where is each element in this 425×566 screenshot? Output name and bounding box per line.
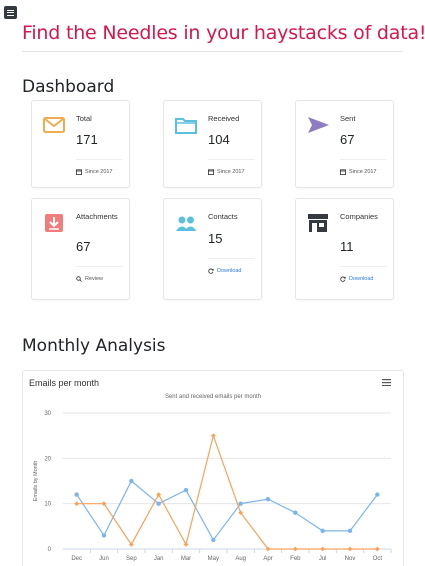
x-tick-label: Jul bbox=[319, 556, 327, 562]
calendar-icon bbox=[208, 169, 214, 175]
x-tick-label: Nov bbox=[345, 556, 356, 562]
stat-footer: Since 2017 bbox=[76, 159, 123, 175]
download-companies-link[interactable]: Download bbox=[340, 266, 387, 282]
x-tick-label: Sep bbox=[126, 556, 137, 562]
stat-label: Companies bbox=[340, 212, 378, 221]
stat-label: Total bbox=[76, 114, 92, 123]
y-tick-label: 30 bbox=[44, 411, 51, 417]
stat-label: Attachments bbox=[76, 212, 118, 221]
y-axis-label: Emails by Month bbox=[33, 461, 39, 502]
divider bbox=[22, 51, 403, 52]
x-tick-label: Mar bbox=[181, 556, 191, 562]
review-link-text: Review bbox=[85, 276, 104, 282]
series-point-0 bbox=[74, 492, 79, 497]
stat-value: 171 bbox=[76, 132, 98, 147]
series-point-0 bbox=[211, 537, 216, 543]
stat-footer-text: Since 2017 bbox=[349, 169, 377, 175]
stat-value: 67 bbox=[340, 132, 355, 147]
calendar-icon bbox=[340, 169, 346, 175]
y-tick-label: 10 bbox=[44, 502, 51, 508]
series-point-0 bbox=[183, 487, 189, 493]
series-point-1 bbox=[320, 546, 326, 552]
dashboard-heading: Dashboard bbox=[22, 77, 115, 97]
series-point-1 bbox=[156, 492, 162, 497]
series-point-0 bbox=[101, 533, 107, 538]
series-point-1 bbox=[74, 501, 80, 507]
stat-card-attachments: Attachments 67 Review bbox=[31, 198, 130, 300]
hamburger-icon[interactable] bbox=[382, 379, 391, 386]
stat-value: 104 bbox=[208, 132, 230, 147]
x-tick-label: Oct bbox=[373, 556, 383, 562]
stat-card-total: Total 171 Since 2017 bbox=[31, 100, 130, 188]
stat-value: 11 bbox=[340, 239, 354, 254]
download-link-text: Download bbox=[217, 268, 242, 274]
x-tick-label: Feb bbox=[290, 556, 301, 562]
series-point-0 bbox=[129, 478, 134, 484]
calendar-icon bbox=[76, 169, 82, 175]
chart-card-title: Emails per month bbox=[29, 378, 100, 388]
series-point-0 bbox=[375, 492, 380, 497]
series-point-0 bbox=[238, 501, 243, 506]
refresh-icon bbox=[208, 268, 214, 274]
stat-card-companies: Companies 11 Download bbox=[295, 198, 394, 300]
stat-footer-text: Since 2017 bbox=[217, 169, 245, 175]
store-icon bbox=[308, 214, 328, 232]
stat-value: 67 bbox=[76, 239, 91, 254]
series-line-1 bbox=[76, 433, 378, 550]
folder-icon bbox=[175, 118, 197, 134]
chart-title: Sent and received emails per month bbox=[164, 394, 262, 400]
monthly-analysis-heading: Monthly Analysis bbox=[22, 336, 166, 356]
page-title: Find the Needles in your haystacks of da… bbox=[22, 22, 425, 44]
x-tick-label: Jun bbox=[99, 556, 109, 562]
stat-footer: Since 2017 bbox=[340, 159, 387, 175]
x-tick-label: Apr bbox=[263, 556, 272, 562]
series-point-0 bbox=[293, 510, 298, 515]
x-tick-label: Jan bbox=[154, 556, 164, 562]
series-point-1 bbox=[183, 542, 189, 547]
series-point-0 bbox=[320, 528, 325, 534]
series-point-1 bbox=[210, 433, 216, 439]
download-contacts-link[interactable]: Download bbox=[208, 258, 255, 274]
emails-chart-card: Emails per month Sent and received email… bbox=[22, 370, 404, 566]
x-tick-label: Aug bbox=[235, 556, 246, 562]
series-point-1 bbox=[374, 546, 380, 552]
line-chart: 0 10 20 30 Emails by Month Dec Jun Sep Jan Mar May… bbox=[33, 411, 392, 562]
mail-icon bbox=[43, 117, 65, 133]
stat-card-contacts: Contacts 15 Download bbox=[163, 198, 262, 300]
y-tick-label: 20 bbox=[44, 456, 51, 462]
review-link[interactable]: Review bbox=[76, 266, 123, 282]
series-point-0 bbox=[347, 528, 353, 534]
users-icon bbox=[176, 216, 197, 231]
stat-label: Sent bbox=[340, 114, 356, 123]
x-tick-label: Dec bbox=[71, 556, 82, 562]
stat-footer: Since 2017 bbox=[208, 159, 255, 175]
download-link-text: Download bbox=[349, 276, 374, 282]
y-tick-label: 0 bbox=[48, 547, 52, 553]
stat-label: Contacts bbox=[208, 212, 238, 221]
refresh-icon bbox=[340, 276, 346, 282]
series-point-0 bbox=[265, 496, 271, 502]
hamburger-icon bbox=[7, 9, 14, 16]
download-box-icon bbox=[45, 214, 63, 232]
series-point-1 bbox=[292, 546, 298, 552]
series-point-0 bbox=[156, 501, 161, 506]
stat-card-sent: Sent 67 Since 2017 bbox=[295, 100, 394, 188]
menu-toggle-button[interactable] bbox=[4, 6, 17, 19]
search-icon bbox=[76, 276, 82, 282]
stat-value: 15 bbox=[208, 231, 223, 246]
send-icon bbox=[308, 117, 329, 133]
series-point-1 bbox=[347, 546, 353, 552]
stat-footer-text: Since 2017 bbox=[85, 169, 113, 175]
stat-label: Received bbox=[208, 114, 240, 123]
stat-card-received: Received 104 Since 2017 bbox=[163, 100, 262, 188]
x-tick-label: May bbox=[208, 556, 219, 562]
